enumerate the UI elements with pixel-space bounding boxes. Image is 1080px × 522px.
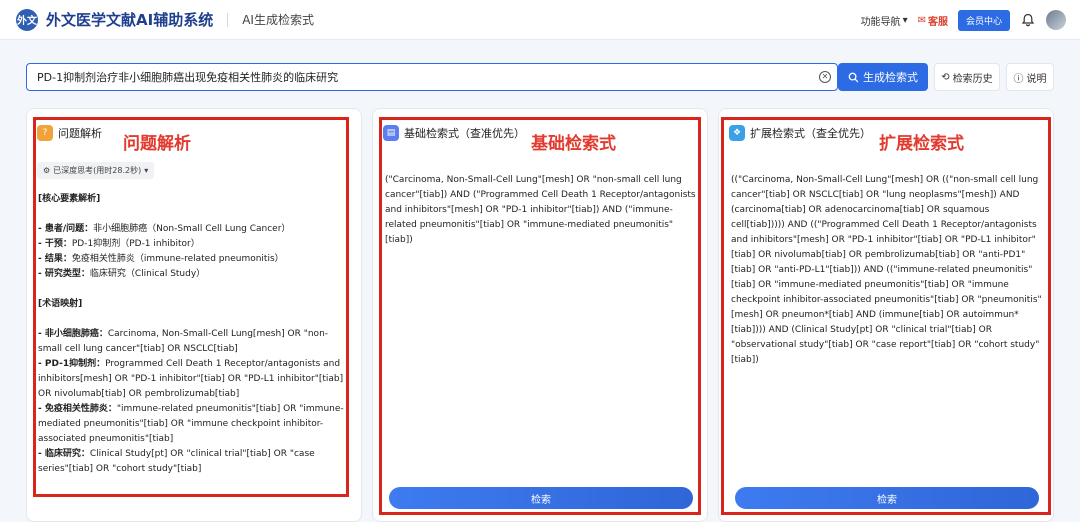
top-header: 外文 外文医学文献AI辅助系统 AI生成检索式 功能导航 ▾ ✉ 客服 会员中心 <box>0 0 1080 40</box>
section-heading: [核心要素解析] <box>38 194 101 204</box>
service-label: 客服 <box>927 16 948 28</box>
avatar[interactable] <box>1046 10 1066 30</box>
list-item: - 研究类型：临床研究（Clinical Study） <box>38 269 206 279</box>
list-item: - 临床研究：Clinical Study[pt] OR "clinical t… <box>38 449 315 474</box>
header-actions: 功能导航 ▾ ✉ 客服 会员中心 <box>861 0 1066 40</box>
page-subtitle: AI生成检索式 <box>242 13 314 27</box>
service-button[interactable]: ✉ 客服 <box>918 13 948 28</box>
search-input[interactable] <box>27 64 819 90</box>
list-item: - 结果：免疫相关性肺炎（immune-related pneumonitis） <box>38 254 284 264</box>
search-icon <box>848 72 859 82</box>
header-divider <box>227 12 229 27</box>
search-history-button[interactable]: ⟲ 检索历史 <box>934 63 1000 91</box>
deep-think-toggle[interactable]: ⚙ 已深度思考(用时28.2秒) ▾ <box>37 162 155 179</box>
extended-search-button[interactable]: 检索 <box>735 487 1039 509</box>
basic-query-panel: ▤ 基础检索式（查准优先） 基础检索式 ("Carcinoma, Non-Sma… <box>372 108 708 522</box>
help-label: 说明 <box>1026 73 1047 85</box>
brain-icon: ⚙ <box>43 166 51 175</box>
help-button[interactable]: ⓘ 说明 <box>1006 63 1054 91</box>
search-history-label: 检索历史 <box>952 73 993 85</box>
analysis-content: [核心要素解析] - 患者/问题：非小细胞肺癌（Non-Small Cell L… <box>38 192 348 477</box>
nav-menu-dropdown[interactable]: 功能导航 ▾ <box>861 13 908 28</box>
list-item: - PD-1抑制剂：Programmed Cell Death 1 Recept… <box>38 359 344 399</box>
nav-menu-label: 功能导航 <box>860 16 901 28</box>
logo-icon[interactable]: 外文 <box>16 8 38 31</box>
list-item: - 免疫相关性肺炎："immune-related pneumonitis"[t… <box>38 404 344 444</box>
generate-query-label: 生成检索式 <box>863 71 918 84</box>
list-item: - 患者/问题：非小细胞肺癌（Non-Small Cell Lung Cance… <box>38 224 291 234</box>
extended-query-panel: ❖ 扩展检索式（查全优先） 扩展检索式 (("Carcinoma, Non-Sm… <box>718 108 1054 522</box>
app-title: 外文医学文献AI辅助系统 <box>46 11 214 29</box>
list-item: - 干预：PD-1抑制剂（PD-1 inhibitor） <box>38 239 200 249</box>
chevron-down-icon: ▾ <box>144 166 149 175</box>
service-icon: ✉ <box>917 14 926 26</box>
generate-query-button[interactable]: 生成检索式 <box>838 63 928 91</box>
member-center-button[interactable]: 会员中心 <box>957 9 1010 31</box>
question-analysis-panel: ? 问题解析 问题解析 ⚙ 已深度思考(用时28.2秒) ▾ [核心要素解析] … <box>26 108 362 522</box>
section-heading: [术语映射] <box>38 299 83 309</box>
clear-icon[interactable]: ✕ <box>819 71 831 83</box>
help-icon: ⓘ <box>1013 73 1024 85</box>
extended-query-text[interactable]: (("Carcinoma, Non-Small-Cell Lung"[mesh]… <box>731 173 1043 368</box>
chevron-down-icon: ▾ <box>902 14 908 26</box>
history-icon: ⟲ <box>941 71 950 83</box>
bell-icon[interactable] <box>1020 12 1036 28</box>
list-item: - 非小细胞肺癌：Carcinoma, Non-Small-Cell Lung[… <box>38 329 329 354</box>
basic-search-button[interactable]: 检索 <box>389 487 693 509</box>
basic-query-text[interactable]: ("Carcinoma, Non-Small-Cell Lung"[mesh] … <box>385 173 697 248</box>
search-box: ✕ <box>26 63 838 91</box>
deep-think-label: 已深度思考(用时28.2秒) <box>53 166 142 175</box>
